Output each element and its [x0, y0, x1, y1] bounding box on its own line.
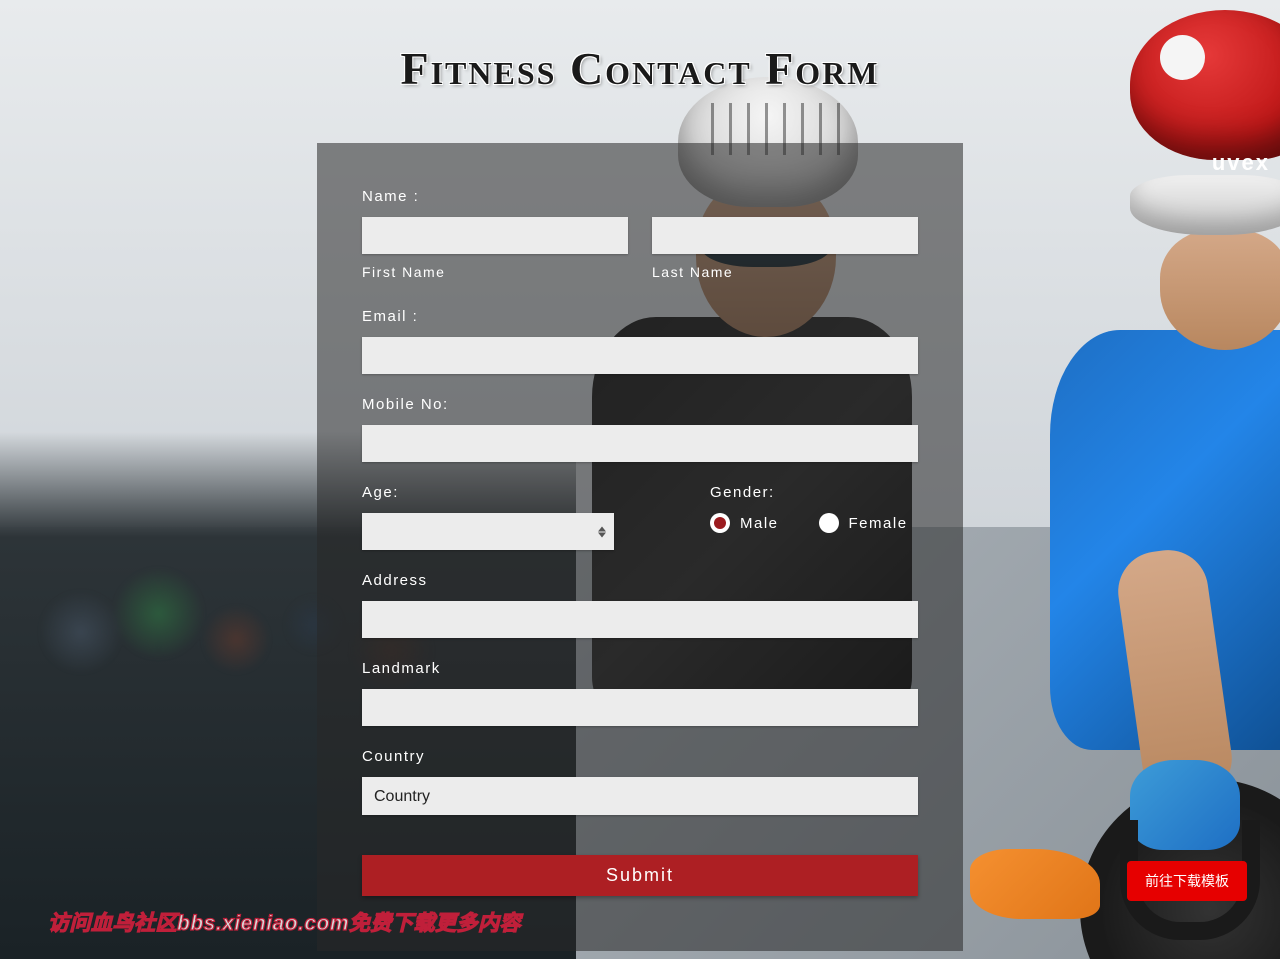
gender-male-radio[interactable]: Male	[710, 513, 779, 533]
contact-form-card: Name : First Name Last Name Email : Mobi…	[317, 143, 963, 951]
helmet-brand-text: uvex	[1212, 150, 1270, 176]
gender-female-radio[interactable]: Female	[819, 513, 908, 533]
first-name-sublabel: First Name	[362, 264, 628, 280]
radio-icon	[710, 513, 730, 533]
mobile-label: Mobile No:	[362, 396, 918, 413]
radio-icon	[819, 513, 839, 533]
page-title: Fitness Contact Form	[0, 0, 1280, 95]
cyclist-right: uvex	[998, 0, 1280, 959]
gender-female-label: Female	[849, 515, 908, 532]
name-label: Name :	[362, 188, 918, 205]
gender-male-label: Male	[740, 515, 779, 532]
last-name-sublabel: Last Name	[652, 264, 918, 280]
email-input[interactable]	[362, 337, 918, 374]
landmark-label: Landmark	[362, 660, 918, 677]
country-label: Country	[362, 748, 918, 765]
age-stepper-icon[interactable]	[598, 526, 606, 537]
mobile-input[interactable]	[362, 425, 918, 462]
address-label: Address	[362, 572, 918, 589]
first-name-input[interactable]	[362, 217, 628, 254]
last-name-input[interactable]	[652, 217, 918, 254]
landmark-input[interactable]	[362, 689, 918, 726]
gender-label: Gender:	[710, 484, 918, 501]
watermark-text: 访问血鸟社区bbs.xieniao.com免费下载更多内容	[48, 907, 521, 937]
age-input[interactable]	[362, 513, 614, 550]
submit-button[interactable]: Submit	[362, 855, 918, 896]
email-label: Email :	[362, 308, 918, 325]
age-label: Age:	[362, 484, 614, 501]
country-select[interactable]: Country	[362, 777, 918, 815]
address-input[interactable]	[362, 601, 918, 638]
download-template-button[interactable]: 前往下载模板	[1127, 861, 1247, 901]
